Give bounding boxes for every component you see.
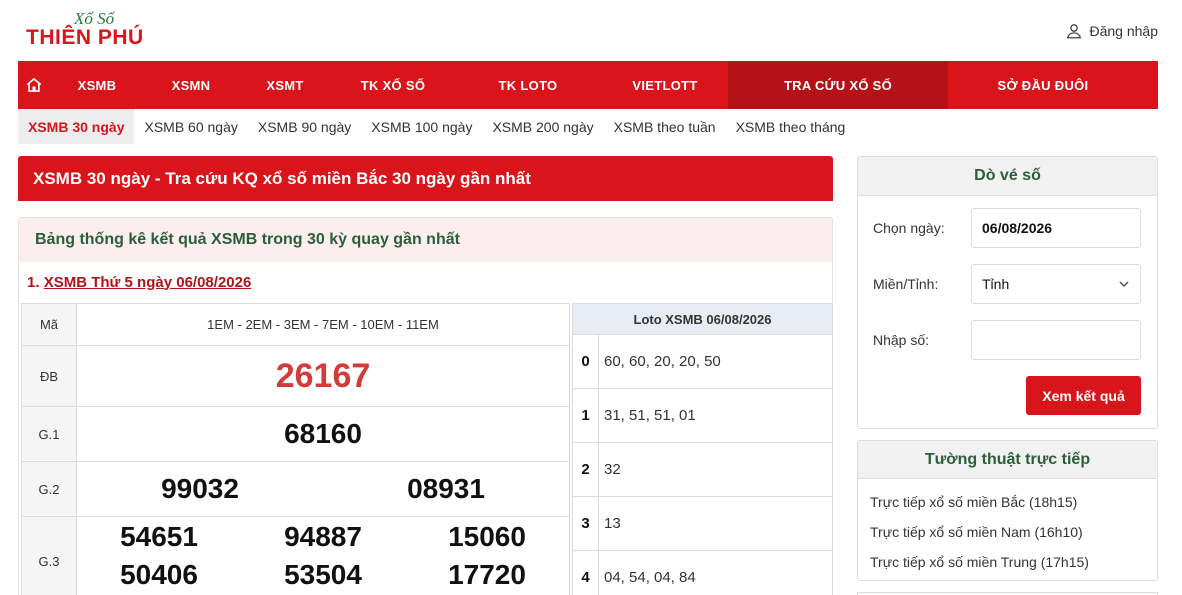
loto-head: 0 xyxy=(572,334,599,389)
day-heading: 1. XSMB Thứ 5 ngày 06/08/2026 xyxy=(19,262,832,302)
prize-number-g3: 50406 xyxy=(120,559,198,590)
prize-number-g3: 15060 xyxy=(448,521,526,552)
special-prize-number: 26167 xyxy=(76,345,570,407)
site-logo[interactable]: Xổ Số THIÊN PHÚ xyxy=(26,9,166,49)
subnav-item-100-days[interactable]: XSMB 100 ngày xyxy=(361,109,482,144)
loto-head: 3 xyxy=(572,496,599,551)
nav-item-so-dau-duoi[interactable]: SỞ ĐẦU ĐUÔI xyxy=(948,61,1138,109)
subnav-item-by-week[interactable]: XSMB theo tuần xyxy=(604,109,726,144)
number-input[interactable] xyxy=(971,320,1141,360)
prize-cell-g3: 54651 94887 15060 50406 53504 17720 xyxy=(76,516,570,595)
region-row: Miền/Tỉnh: Tỉnh xyxy=(873,264,1141,304)
subnav-item-30-days[interactable]: XSMB 30 ngày xyxy=(18,109,135,144)
table-row: ĐB 26167 xyxy=(21,345,570,407)
panel-title: Bảng thống kê kết quả XSMB trong 30 kỳ q… xyxy=(19,218,832,262)
live-coverage-title: Tường thuật trực tiếp xyxy=(858,441,1157,479)
home-button[interactable] xyxy=(18,61,50,109)
prize-label-g2: G.2 xyxy=(21,461,77,517)
loto-title: Loto XSMB 06/08/2026 xyxy=(572,303,833,335)
number-label: Nhập số: xyxy=(873,332,930,348)
nav-item-xsmt[interactable]: XSMT xyxy=(238,61,332,109)
home-icon xyxy=(26,77,42,92)
login-label: Đăng nhập xyxy=(1089,23,1158,39)
region-selected-value: Tỉnh xyxy=(982,276,1010,292)
page-title: XSMB 30 ngày - Tra cứu KQ xổ số miền Bắc… xyxy=(18,156,833,201)
live-coverage-widget: Tường thuật trực tiếp Trực tiếp xổ số mi… xyxy=(857,440,1158,581)
view-result-button[interactable]: Xem kết quả xyxy=(1026,376,1141,415)
table-row: 1 31, 51, 51, 01 xyxy=(572,388,833,443)
subnav-item-90-days[interactable]: XSMB 90 ngày xyxy=(248,109,361,144)
prize-number-g2: 99032 xyxy=(161,473,239,504)
code-label: Mã xyxy=(21,303,77,346)
chevron-down-icon xyxy=(1119,281,1129,288)
prize-number-g3: 53504 xyxy=(284,559,362,590)
table-row: 0 60, 60, 20, 20, 50 xyxy=(572,334,833,389)
top-header: Xổ Số THIÊN PHÚ Đăng nhập xyxy=(0,0,1182,61)
nav-item-vietlott[interactable]: VIETLOTT xyxy=(602,61,728,109)
nav-item-xsmn[interactable]: XSMN xyxy=(144,61,238,109)
prize-number-g3: 54651 xyxy=(120,521,198,552)
subnav-item-60-days[interactable]: XSMB 60 ngày xyxy=(134,109,247,144)
prize-label-db: ĐB xyxy=(21,345,77,407)
table-row: 4 04, 54, 04, 84 xyxy=(572,550,833,595)
region-select[interactable]: Tỉnh xyxy=(971,264,1141,304)
sub-nav: XSMB 30 ngày XSMB 60 ngày XSMB 90 ngày X… xyxy=(18,109,855,144)
table-row: 2 32 xyxy=(572,442,833,497)
prize-label-g3: G.3 xyxy=(21,516,77,595)
nav-item-xsmb[interactable]: XSMB xyxy=(50,61,144,109)
date-label: Chọn ngày: xyxy=(873,220,945,236)
live-link-central[interactable]: Trực tiếp xổ số miền Trung (17h15) xyxy=(870,547,1157,577)
table-row: Loto XSMB 06/08/2026 xyxy=(572,303,833,335)
table-row: G.2 99032 08931 xyxy=(21,461,570,517)
user-icon xyxy=(1067,24,1082,39)
prize-number-g3: 94887 xyxy=(284,521,362,552)
ticket-check-title: Dò vé số xyxy=(858,157,1157,196)
loto-tails: 13 xyxy=(598,496,833,551)
live-list: Trực tiếp xổ số miền Bắc (18h15) Trực ti… xyxy=(858,479,1157,577)
loto-head: 4 xyxy=(572,550,599,595)
live-link-south[interactable]: Trực tiếp xổ số miền Nam (16h10) xyxy=(870,517,1157,547)
prize-codes: 1EM - 2EM - 3EM - 7EM - 10EM - 11EM xyxy=(76,303,570,346)
subnav-item-200-days[interactable]: XSMB 200 ngày xyxy=(482,109,603,144)
nav-item-tk-loto[interactable]: TK LOTO xyxy=(454,61,602,109)
table-row: Mã 1EM - 2EM - 3EM - 7EM - 10EM - 11EM xyxy=(21,303,570,346)
ticket-check-widget: Dò vé số Chọn ngày: 06/08/2026 Miền/Tỉnh… xyxy=(857,156,1158,429)
day-index: 1. xyxy=(27,273,40,291)
loto-tails: 04, 54, 04, 84 xyxy=(598,550,833,595)
day-result-link[interactable]: XSMB Thứ 5 ngày 06/08/2026 xyxy=(44,274,252,291)
results-table: Mã 1EM - 2EM - 3EM - 7EM - 10EM - 11EM Đ… xyxy=(21,303,570,595)
number-row: Nhập số: xyxy=(873,320,1141,360)
logo-wordmark: THIÊN PHÚ xyxy=(26,26,144,49)
loto-head: 2 xyxy=(572,442,599,497)
date-row: Chọn ngày: 06/08/2026 xyxy=(873,208,1141,248)
loto-head: 1 xyxy=(572,388,599,443)
loto-tails: 60, 60, 20, 20, 50 xyxy=(598,334,833,389)
nav-item-tk-xo-so[interactable]: TK XỔ SỐ xyxy=(332,61,454,109)
loto-table: Loto XSMB 06/08/2026 0 60, 60, 20, 20, 5… xyxy=(572,303,833,595)
table-row: G.1 68160 xyxy=(21,406,570,462)
prize-number-g3: 17720 xyxy=(448,559,526,590)
login-link[interactable]: Đăng nhập xyxy=(1065,22,1158,40)
prize-label-g1: G.1 xyxy=(21,406,77,462)
prize-number-g2: 08931 xyxy=(407,473,485,504)
table-row: G.3 54651 94887 15060 50406 53504 17720 xyxy=(21,516,570,595)
results-panel: Bảng thống kê kết quả XSMB trong 30 kỳ q… xyxy=(18,217,833,595)
table-row: 3 13 xyxy=(572,496,833,551)
main-nav: XSMB XSMN XSMT TK XỔ SỐ TK LOTO VIETLOTT… xyxy=(18,61,1158,109)
region-label: Miền/Tỉnh: xyxy=(873,276,939,292)
subnav-item-by-month[interactable]: XSMB theo tháng xyxy=(726,109,856,144)
live-link-north[interactable]: Trực tiếp xổ số miền Bắc (18h15) xyxy=(870,487,1157,517)
prize-cell-g2: 99032 08931 xyxy=(76,461,570,517)
loto-tails: 32 xyxy=(598,442,833,497)
prize-number-g1: 68160 xyxy=(76,406,570,462)
loto-tails: 31, 51, 51, 01 xyxy=(598,388,833,443)
nav-item-tra-cuu-xo-so[interactable]: TRA CỨU XỔ SỐ xyxy=(728,61,948,109)
date-input[interactable]: 06/08/2026 xyxy=(971,208,1141,248)
